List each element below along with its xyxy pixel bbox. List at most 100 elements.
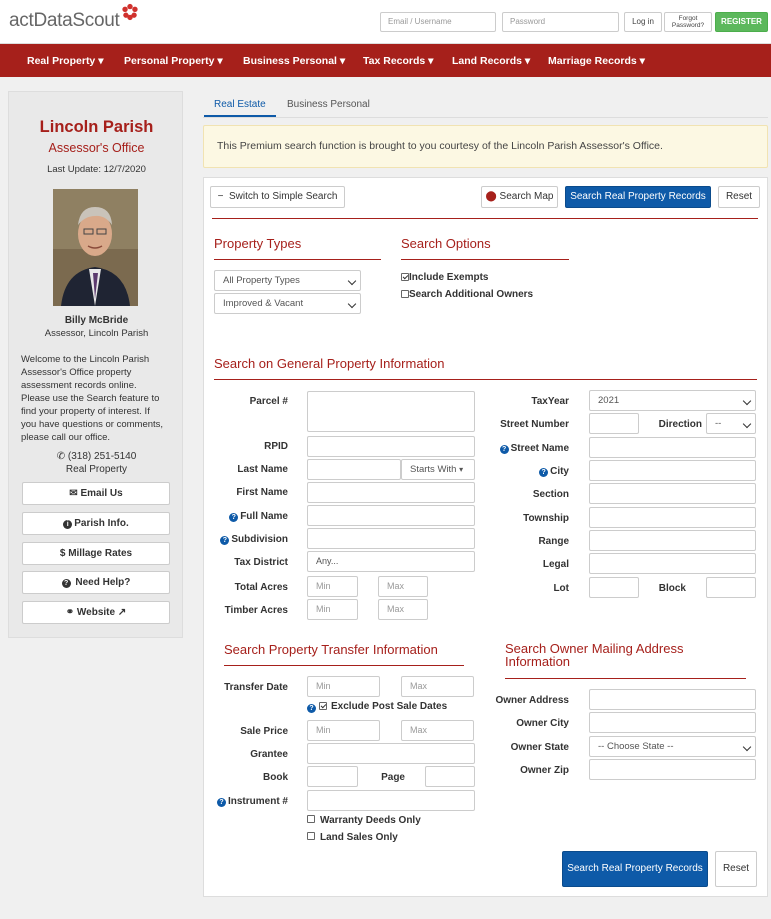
forgot-password-button[interactable]: Forgot Password? xyxy=(664,12,712,32)
owner-city-input[interactable] xyxy=(589,712,756,733)
switch-simple-search-button[interactable]: − Switch to Simple Search xyxy=(210,186,345,208)
owner-city-label: Owner City xyxy=(516,718,569,729)
exclude-post-sale-checkbox[interactable] xyxy=(319,702,327,710)
email-input[interactable]: Email / Username xyxy=(380,12,496,32)
street-number-input[interactable] xyxy=(589,413,639,434)
parish-info-button[interactable]: i Parish Info. xyxy=(22,512,170,535)
owner-zip-input[interactable] xyxy=(589,759,756,780)
timber-acres-max[interactable]: Max xyxy=(378,599,428,620)
instrument-label: ? Instrument # xyxy=(200,796,288,807)
chevron-down-icon xyxy=(347,299,357,309)
email-us-button[interactable]: ✉ Email Us xyxy=(22,482,170,505)
search-records-button[interactable]: Search Real Property Records xyxy=(565,186,711,208)
direction-label: Direction xyxy=(658,419,702,430)
nav-business-personal[interactable]: Business Personal ▾ xyxy=(243,55,345,67)
search-map-button[interactable]: ⬤ Search Map xyxy=(481,186,558,208)
subdivision-input[interactable] xyxy=(307,528,475,549)
last-name-mode-select[interactable]: Starts With ▾ xyxy=(401,459,475,480)
help-icon[interactable]: ? xyxy=(216,798,226,807)
rpid-input[interactable] xyxy=(307,436,475,457)
parish-name: Lincoln Parish xyxy=(39,118,154,136)
section-input[interactable] xyxy=(589,483,756,504)
instrument-input[interactable] xyxy=(307,790,475,811)
full-name-input[interactable] xyxy=(307,505,475,526)
first-name-input[interactable] xyxy=(307,482,475,503)
improvement-select[interactable]: Improved & Vacant xyxy=(214,293,361,314)
nav-tax-records[interactable]: Tax Records ▾ xyxy=(363,55,433,67)
label-text: Street Name xyxy=(510,443,569,454)
nav-land-records[interactable]: Land Records ▾ xyxy=(452,55,530,67)
direction-select[interactable]: -- xyxy=(706,413,756,434)
include-exempts-checkbox[interactable] xyxy=(401,273,409,281)
login-button[interactable]: Log in xyxy=(624,12,662,32)
city-input[interactable] xyxy=(589,460,756,481)
nav-real-property[interactable]: Real Property ▾ xyxy=(27,55,103,67)
tab-real-estate[interactable]: Real Estate xyxy=(214,99,266,110)
help-icon[interactable]: ? xyxy=(539,468,549,477)
welcome-line: find your property of interest. If xyxy=(21,406,150,417)
parcel-input[interactable] xyxy=(307,391,475,432)
tab-business-personal[interactable]: Business Personal xyxy=(287,99,370,110)
property-type-select[interactable]: All Property Types xyxy=(214,270,361,291)
transfer-date-min[interactable]: Min xyxy=(307,676,380,697)
nav-personal-property[interactable]: Personal Property ▾ xyxy=(124,55,223,67)
grantee-input[interactable] xyxy=(307,743,475,764)
owner-zip-label: Owner Zip xyxy=(520,765,569,776)
reset-button[interactable]: Reset xyxy=(718,186,760,208)
chevron-down-icon xyxy=(347,276,357,286)
password-input[interactable]: Password xyxy=(502,12,619,32)
total-acres-min[interactable]: Min xyxy=(307,576,358,597)
phone[interactable]: ✆ (318) 251-5140 xyxy=(9,451,184,462)
label-text: City xyxy=(550,466,569,477)
nav-marriage-records[interactable]: Marriage Records ▾ xyxy=(548,55,645,67)
general-info-heading: Search on General Property Information xyxy=(214,356,445,371)
select-value: -- xyxy=(715,418,722,429)
label-text: Subdivision xyxy=(231,534,288,545)
btn-label: Website xyxy=(76,607,116,618)
help-icon[interactable]: ? xyxy=(229,513,239,522)
register-button[interactable]: REGISTER xyxy=(715,12,768,32)
total-acres-max[interactable]: Max xyxy=(378,576,428,597)
last-name-input[interactable] xyxy=(307,459,401,480)
top-bar: actDataScout Email / Username Password L… xyxy=(0,0,771,44)
timber-acres-min[interactable]: Min xyxy=(307,599,358,620)
tax-district-input[interactable]: Any... xyxy=(307,551,475,572)
block-input[interactable] xyxy=(706,577,756,598)
help-icon[interactable]: ? xyxy=(499,445,509,454)
transfer-heading: Search Property Transfer Information xyxy=(224,642,438,657)
additional-owners-label: Search Additional Owners xyxy=(409,289,534,300)
exclude-post-sale-label: Exclude Post Sale Dates xyxy=(331,701,448,712)
welcome-line: please call our office. xyxy=(21,432,111,443)
need-help-button[interactable]: ? Need Help? xyxy=(22,571,170,594)
street-name-input[interactable] xyxy=(589,437,756,458)
logo-flower-icon xyxy=(122,3,138,21)
site-logo[interactable]: actDataScout xyxy=(9,10,120,32)
toolbar-divider xyxy=(212,218,758,219)
assessor-photo xyxy=(53,189,138,306)
select-value: 2021 xyxy=(598,395,620,406)
transfer-date-max[interactable]: Max xyxy=(401,676,474,697)
additional-owners-checkbox[interactable] xyxy=(401,290,409,298)
bottom-reset-button[interactable]: Reset xyxy=(715,851,757,887)
land-sales-checkbox[interactable] xyxy=(307,832,315,840)
help-icon[interactable]: ? xyxy=(307,702,318,713)
tax-year-select[interactable]: 2021 xyxy=(589,390,756,411)
page-input[interactable] xyxy=(425,766,475,787)
book-input[interactable] xyxy=(307,766,358,787)
sale-price-min[interactable]: Min xyxy=(307,720,380,741)
township-input[interactable] xyxy=(589,507,756,528)
owner-state-select[interactable]: -- Choose State -- xyxy=(589,736,756,757)
owner-address-input[interactable] xyxy=(589,689,756,710)
millage-rates-button[interactable]: $ Millage Rates xyxy=(22,542,170,565)
range-input[interactable] xyxy=(589,530,756,551)
bottom-search-button[interactable]: Search Real Property Records xyxy=(562,851,708,887)
grantee-label: Grantee xyxy=(250,749,288,760)
welcome-line: Welcome to the Lincoln Parish xyxy=(21,354,150,365)
lot-input[interactable] xyxy=(589,577,639,598)
sale-price-max[interactable]: Max xyxy=(401,720,474,741)
warranty-deeds-label: Warranty Deeds Only xyxy=(320,815,421,826)
website-button[interactable]: ⚭ Website ↗ xyxy=(22,601,170,624)
help-icon[interactable]: ? xyxy=(220,536,230,545)
legal-input[interactable] xyxy=(589,553,756,574)
warranty-deeds-checkbox[interactable] xyxy=(307,815,315,823)
